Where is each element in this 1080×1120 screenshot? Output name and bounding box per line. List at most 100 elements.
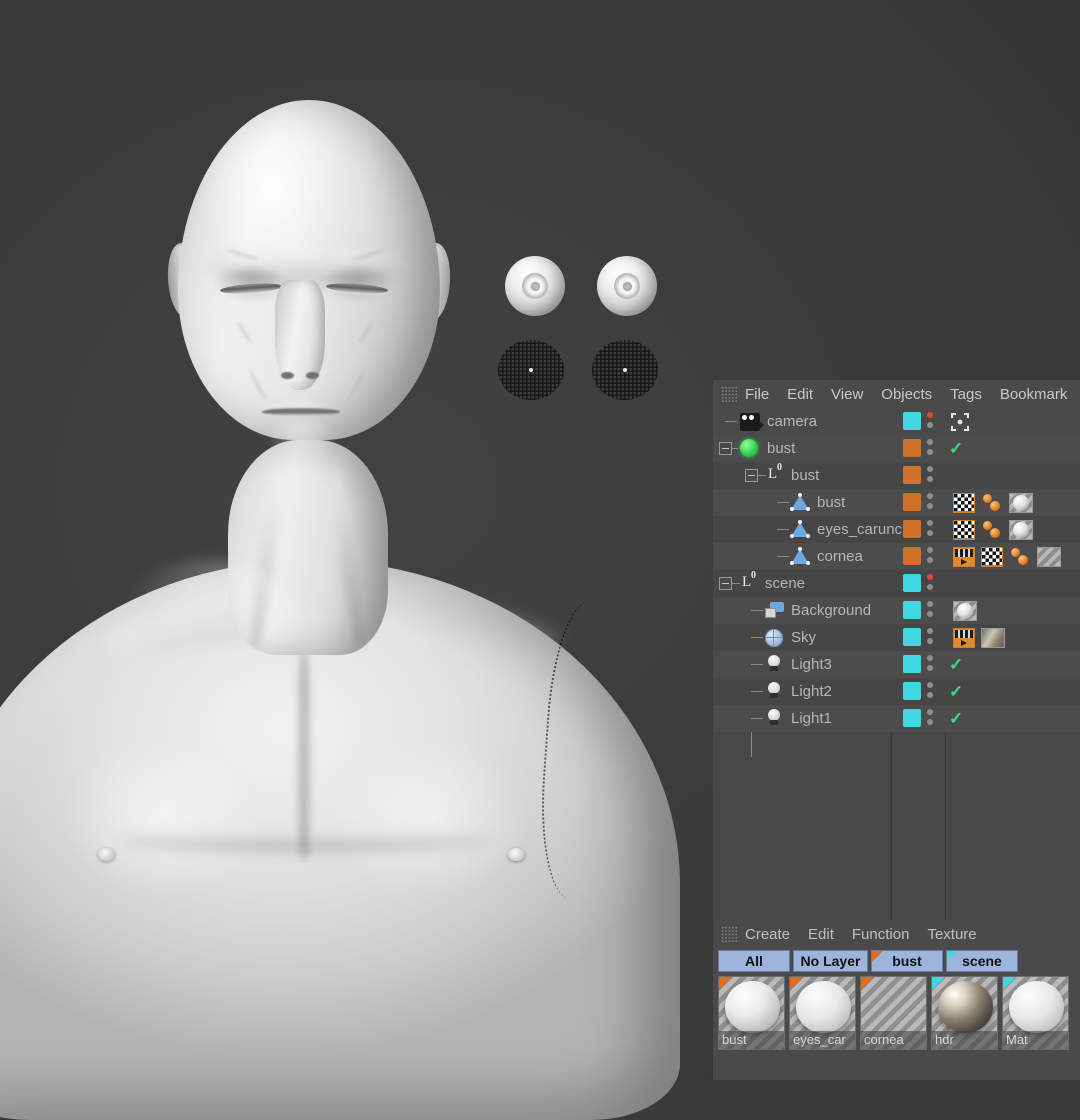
polygon-point <box>798 493 802 497</box>
polygon-point <box>806 534 810 538</box>
layer-color-chip[interactable] <box>903 682 921 700</box>
enabled-check-icon[interactable]: ✓ <box>949 710 963 727</box>
enabled-check-icon[interactable]: ✓ <box>949 440 963 457</box>
texture-tag-icon[interactable] <box>953 493 975 513</box>
object-row-eyes-caruncle[interactable]: eyes_caruncle <box>713 516 1080 543</box>
object-manager-panel[interactable]: File Edit View Objects Tags Bookmark cam… <box>713 380 1080 920</box>
layer-color-chip[interactable] <box>903 520 921 538</box>
object-row-sky[interactable]: Sky <box>713 624 1080 651</box>
object-tree-list[interactable]: camera bust ✓ L0 bust bust eyes_caruncle… <box>713 408 1080 920</box>
texture-tag-icon[interactable] <box>953 520 975 540</box>
layer-filter-bar[interactable]: All No Layer bust scene <box>718 950 1021 972</box>
enabled-check-icon[interactable]: ✓ <box>949 683 963 700</box>
expander-collapse-icon[interactable] <box>745 469 758 482</box>
phong-tag-icon[interactable] <box>981 520 1005 540</box>
menu-function[interactable]: Function <box>852 926 910 943</box>
material-tag-icon[interactable] <box>1009 493 1033 513</box>
layer-color-corner <box>861 977 874 990</box>
material-swatch-bust[interactable]: bust <box>718 976 785 1050</box>
object-row-light2[interactable]: Light2 ✓ <box>713 678 1080 705</box>
layer-color-chip[interactable] <box>903 628 921 646</box>
layer-tab-all[interactable]: All <box>718 950 790 972</box>
object-row-camera[interactable]: camera <box>713 408 1080 435</box>
material-tag-icon[interactable] <box>953 601 977 621</box>
layer-color-chip[interactable] <box>903 439 921 457</box>
visibility-dots[interactable] <box>927 439 933 459</box>
material-swatch-list[interactable]: bust eyes_car cornea hdr Mat <box>718 976 1073 1050</box>
object-row-light1[interactable]: Light1 ✓ <box>713 705 1080 732</box>
visibility-dots[interactable] <box>927 520 933 540</box>
layer-tab-no-layer[interactable]: No Layer <box>793 950 868 972</box>
menu-file[interactable]: File <box>745 386 769 403</box>
menu-edit[interactable]: Edit <box>808 926 834 943</box>
object-row-bust-mesh[interactable]: bust <box>713 489 1080 516</box>
object-row-background[interactable]: Background <box>713 597 1080 624</box>
material-preview <box>938 981 993 1033</box>
layer-tab-bust[interactable]: bust <box>871 950 943 972</box>
layer-color-chip[interactable] <box>903 655 921 673</box>
layer-color-chip[interactable] <box>903 493 921 511</box>
layer-icon: L0 <box>768 462 782 482</box>
layer-color-chip[interactable] <box>903 574 921 592</box>
layer-color-chip[interactable] <box>903 601 921 619</box>
menu-view[interactable]: View <box>831 386 863 403</box>
visibility-dots[interactable] <box>927 682 933 702</box>
object-row-light3[interactable]: Light3 ✓ <box>713 651 1080 678</box>
phong-tag-icon[interactable] <box>1009 547 1033 567</box>
object-name: bust <box>767 440 796 457</box>
menu-create[interactable]: Create <box>745 926 790 943</box>
object-manager-menubar[interactable]: File Edit View Objects Tags Bookmark <box>713 380 1080 408</box>
trapezius-shading <box>120 560 300 680</box>
visibility-dots[interactable] <box>927 709 933 729</box>
visibility-dots[interactable] <box>927 601 933 621</box>
layer-color-corner <box>932 977 945 990</box>
object-row-scene[interactable]: L0 scene <box>713 570 1080 597</box>
menu-tags[interactable]: Tags <box>950 386 982 403</box>
object-row-cornea[interactable]: cornea <box>713 543 1080 570</box>
eyeball-mesh-right <box>597 256 657 316</box>
object-row-bust-null[interactable]: bust ✓ <box>713 435 1080 462</box>
menu-bookmark[interactable]: Bookmark <box>1000 386 1068 403</box>
material-swatch-hdr[interactable]: hdr <box>931 976 998 1050</box>
grip-handle-icon[interactable] <box>721 386 737 402</box>
texture-tag-icon[interactable] <box>981 547 1003 567</box>
tree-line <box>751 664 763 665</box>
render-tag-icon[interactable] <box>953 547 975 567</box>
layer-color-chip[interactable] <box>903 466 921 484</box>
light-object-icon <box>765 682 783 700</box>
render-tag-icon[interactable] <box>953 628 975 648</box>
visibility-dots[interactable] <box>927 547 933 567</box>
visibility-dots[interactable] <box>927 655 933 675</box>
layer-tab-scene[interactable]: scene <box>946 950 1018 972</box>
material-swatch-eyes-caruncle[interactable]: eyes_car <box>789 976 856 1050</box>
menu-objects[interactable]: Objects <box>881 386 932 403</box>
object-row-bust-layer[interactable]: L0 bust <box>713 462 1080 489</box>
hdr-material-tag-icon[interactable] <box>981 628 1005 648</box>
menu-texture[interactable]: Texture <box>927 926 976 943</box>
material-manager-panel[interactable]: Create Edit Function Texture All No Laye… <box>713 920 1080 1080</box>
visibility-dots[interactable] <box>927 412 933 432</box>
layer-color-chip[interactable] <box>903 412 921 430</box>
material-manager-menubar[interactable]: Create Edit Function Texture <box>713 920 1080 948</box>
visibility-dots[interactable] <box>927 493 933 513</box>
visibility-dots[interactable] <box>927 466 933 486</box>
visibility-dots[interactable] <box>927 574 933 594</box>
glass-material-tag-icon[interactable] <box>1037 547 1061 567</box>
menu-edit[interactable]: Edit <box>787 386 813 403</box>
expander-collapse-icon[interactable] <box>719 442 732 455</box>
material-tag-icon[interactable] <box>1009 520 1033 540</box>
enabled-check-icon[interactable]: ✓ <box>949 656 963 673</box>
layer-color-chip[interactable] <box>903 547 921 565</box>
phong-tag-icon[interactable] <box>981 493 1005 513</box>
object-name: scene <box>765 575 806 592</box>
material-label: bust <box>719 1031 784 1049</box>
grip-handle-icon[interactable] <box>721 926 737 942</box>
tree-line <box>751 610 763 611</box>
sky-object-icon <box>765 629 783 647</box>
material-swatch-cornea[interactable]: cornea <box>860 976 927 1050</box>
visibility-dots[interactable] <box>927 628 933 648</box>
material-swatch-mat[interactable]: Mat <box>1002 976 1069 1050</box>
layer-color-chip[interactable] <box>903 709 921 727</box>
layer-tab-label: scene <box>962 953 1002 969</box>
expander-collapse-icon[interactable] <box>719 577 732 590</box>
